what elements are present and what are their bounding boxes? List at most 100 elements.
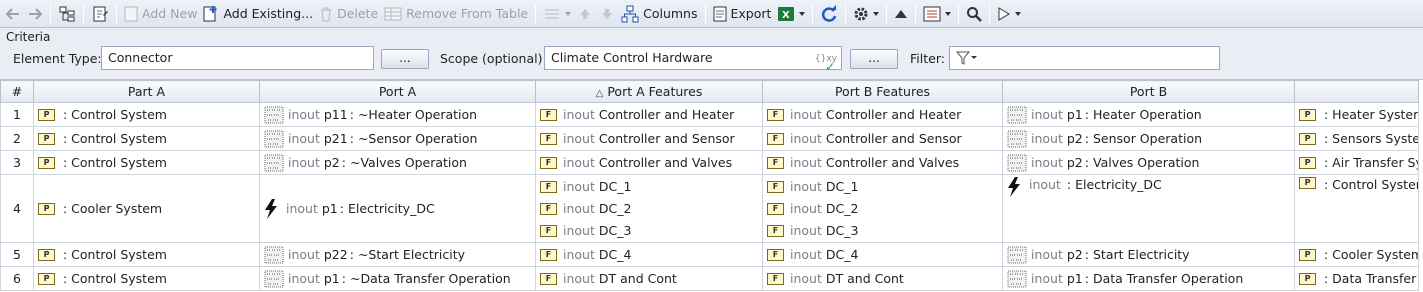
port-b-features-cell[interactable]: Finout Controller and Heater — [762, 102, 1003, 127]
add-new-button[interactable]: Add New — [121, 2, 200, 26]
move-rows-icon[interactable] — [540, 2, 574, 26]
port-b-cell[interactable]: inout p1: Data Transfer Operation — [1002, 266, 1295, 291]
part-a-cell[interactable]: P: Cooler System — [33, 174, 260, 243]
scope-browse-button[interactable]: ... — [850, 49, 898, 69]
column-header-port-b[interactable]: Port B — [1002, 80, 1295, 103]
move-up-icon[interactable] — [574, 2, 596, 26]
forward-arrow-icon[interactable] — [24, 2, 46, 26]
tree-structure-icon[interactable] — [55, 2, 79, 26]
table-row[interactable]: 5P: Control System inout p22: ~Start Electr… — [0, 242, 1419, 267]
table-row[interactable]: 4P: Cooler System inout p1: Electricity_DC F… — [0, 174, 1419, 243]
feature-item[interactable]: Finout DC_4 — [540, 244, 762, 266]
port-a-cell[interactable]: inout p1: Electricity_DC — [259, 174, 536, 243]
port-b-cell[interactable]: inout p2: Sensor Operation — [1002, 126, 1295, 151]
port-a-features-cell[interactable]: Finout DC_1 Finout DC_2 Finout DC_3 — [535, 174, 763, 243]
table-row[interactable]: 3P: Control System inout p2: ~Valves Operat… — [0, 150, 1419, 175]
port-b-features-cell[interactable]: Finout Controller and Sensor — [762, 126, 1003, 151]
port-name: p22 — [323, 247, 348, 262]
filter-field[interactable] — [949, 46, 1220, 70]
collapse-up-icon[interactable] — [891, 2, 911, 26]
column-header-part-a[interactable]: Part A — [33, 80, 260, 103]
part-b-cell[interactable]: P: Cooler System — [1294, 242, 1419, 267]
direction-keyword: inout — [563, 131, 595, 146]
column-header-part-b[interactable] — [1294, 80, 1419, 103]
feature-item[interactable]: Finout DT and Cont — [540, 268, 762, 290]
part-b-cell[interactable]: P: Heater System — [1294, 102, 1419, 127]
row-number-cell[interactable]: 4 — [0, 174, 34, 243]
feature-item[interactable]: Finout Controller and Heater — [767, 104, 1002, 126]
part-b-cell[interactable]: P: Sensors System — [1294, 126, 1419, 151]
delete-button[interactable]: Delete — [316, 2, 381, 26]
row-number-cell[interactable]: 2 — [0, 126, 34, 151]
feature-item[interactable]: Finout DC_3 — [540, 220, 762, 242]
port-b-cell[interactable]: inout p2: Valves Operation — [1002, 150, 1295, 175]
export-button[interactable]: Export — [710, 2, 775, 26]
port-b-cell[interactable]: inout p1: Heater Operation — [1002, 102, 1295, 127]
search-icon[interactable] — [963, 2, 985, 26]
feature-item[interactable]: Finout DC_3 — [767, 220, 1002, 242]
back-arrow-icon[interactable] — [2, 2, 24, 26]
port-a-features-cell[interactable]: Finout Controller and Sensor — [535, 126, 763, 151]
part-b-cell[interactable]: P: Air Transfer System — [1294, 150, 1419, 175]
feature-item[interactable]: Finout DC_4 — [767, 244, 1002, 266]
refresh-icon[interactable] — [817, 2, 841, 26]
excel-export-icon[interactable]: X — [774, 2, 808, 26]
gear-icon[interactable] — [850, 2, 882, 26]
edit-document-icon[interactable] — [88, 2, 112, 26]
part-a-cell[interactable]: P: Control System — [33, 266, 260, 291]
feature-item[interactable]: Finout Controller and Sensor — [767, 128, 1002, 150]
part-a-cell[interactable]: P: Control System — [33, 126, 260, 151]
column-header-port-b-features[interactable]: Port B Features — [762, 80, 1003, 103]
part-a-cell[interactable]: P: Control System — [33, 242, 260, 267]
feature-item[interactable]: Finout Controller and Valves — [767, 152, 1002, 174]
feature-item[interactable]: Finout DC_1 — [767, 176, 1002, 198]
scope-field[interactable]: Climate Control Hardware {}xy ✓ — [544, 46, 842, 74]
feature-item[interactable]: Finout DC_1 — [540, 176, 762, 198]
feature-item[interactable]: Finout Controller and Valves — [540, 152, 762, 174]
element-type-field[interactable]: Connector — [101, 46, 374, 70]
element-type-browse-button[interactable]: ... — [381, 49, 429, 69]
table-row[interactable]: 1P: Control System inout p11: ~Heater Opera… — [0, 102, 1419, 127]
port-b-features-cell[interactable]: Finout DC_4 — [762, 242, 1003, 267]
port-a-cell[interactable]: inout p22: ~Start Electricity — [259, 242, 536, 267]
port-a-cell[interactable]: inout p1: ~Data Transfer Operation — [259, 266, 536, 291]
columns-button[interactable]: Columns — [618, 2, 700, 26]
port-a-features-cell[interactable]: Finout DC_4 — [535, 242, 763, 267]
column-header-number[interactable]: # — [0, 80, 34, 103]
move-down-icon[interactable] — [596, 2, 618, 26]
port-b-cell[interactable]: inout p2: Start Electricity — [1002, 242, 1295, 267]
port-a-cell[interactable]: inout p11: ~Heater Operation — [259, 102, 536, 127]
port-b-features-cell[interactable]: Finout Controller and Valves — [762, 150, 1003, 175]
feature-item[interactable]: Finout DC_2 — [767, 198, 1002, 220]
list-view-icon[interactable] — [920, 2, 954, 26]
column-header-port-a[interactable]: Port A — [259, 80, 536, 103]
port-type: ~Heater Operation — [357, 107, 478, 122]
port-a-cell[interactable]: inout p2: ~Valves Operation — [259, 150, 536, 175]
part-a-cell[interactable]: P: Control System — [33, 150, 260, 175]
port-b-features-cell[interactable]: Finout DT and Cont — [762, 266, 1003, 291]
feature-item[interactable]: Finout DT and Cont — [767, 268, 1002, 290]
port-a-cell[interactable]: inout p21: ~Sensor Operation — [259, 126, 536, 151]
table-row[interactable]: 2P: Control System inout p21: ~Sensor Opera… — [0, 126, 1419, 151]
part-b-cell[interactable]: P: Control System — [1294, 174, 1419, 243]
port-a-features-cell[interactable]: Finout Controller and Heater — [535, 102, 763, 127]
remove-from-table-button[interactable]: Remove From Table — [381, 2, 531, 26]
row-number-cell[interactable]: 1 — [0, 102, 34, 127]
play-icon[interactable] — [994, 2, 1024, 26]
feature-item[interactable]: Finout Controller and Sensor — [540, 128, 762, 150]
port-b-features-cell[interactable]: Finout DC_1 Finout DC_2 Finout DC_3 — [762, 174, 1003, 243]
part-b-cell[interactable]: P: Data Transfer System — [1294, 266, 1419, 291]
part-a-cell[interactable]: P: Control System — [33, 102, 260, 127]
port-b-cell[interactable]: inout: Electricity_DC — [1002, 174, 1295, 243]
feature-item[interactable]: Finout Controller and Heater — [540, 104, 762, 126]
row-number-cell[interactable]: 6 — [0, 266, 34, 291]
add-existing-button[interactable]: Add Existing... — [200, 2, 316, 26]
row-number-cell[interactable]: 3 — [0, 150, 34, 175]
port-a-features-cell[interactable]: Finout Controller and Valves — [535, 150, 763, 175]
row-number-cell[interactable]: 5 — [0, 242, 34, 267]
toolbar: Add New Add Existing... Delete Remove Fr… — [0, 0, 1423, 28]
feature-item[interactable]: Finout DC_2 — [540, 198, 762, 220]
table-row[interactable]: 6P: Control System inout p1: ~Data Transfer… — [0, 266, 1419, 291]
column-header-port-a-features[interactable]: △ Port A Features — [535, 80, 763, 103]
port-a-features-cell[interactable]: Finout DT and Cont — [535, 266, 763, 291]
